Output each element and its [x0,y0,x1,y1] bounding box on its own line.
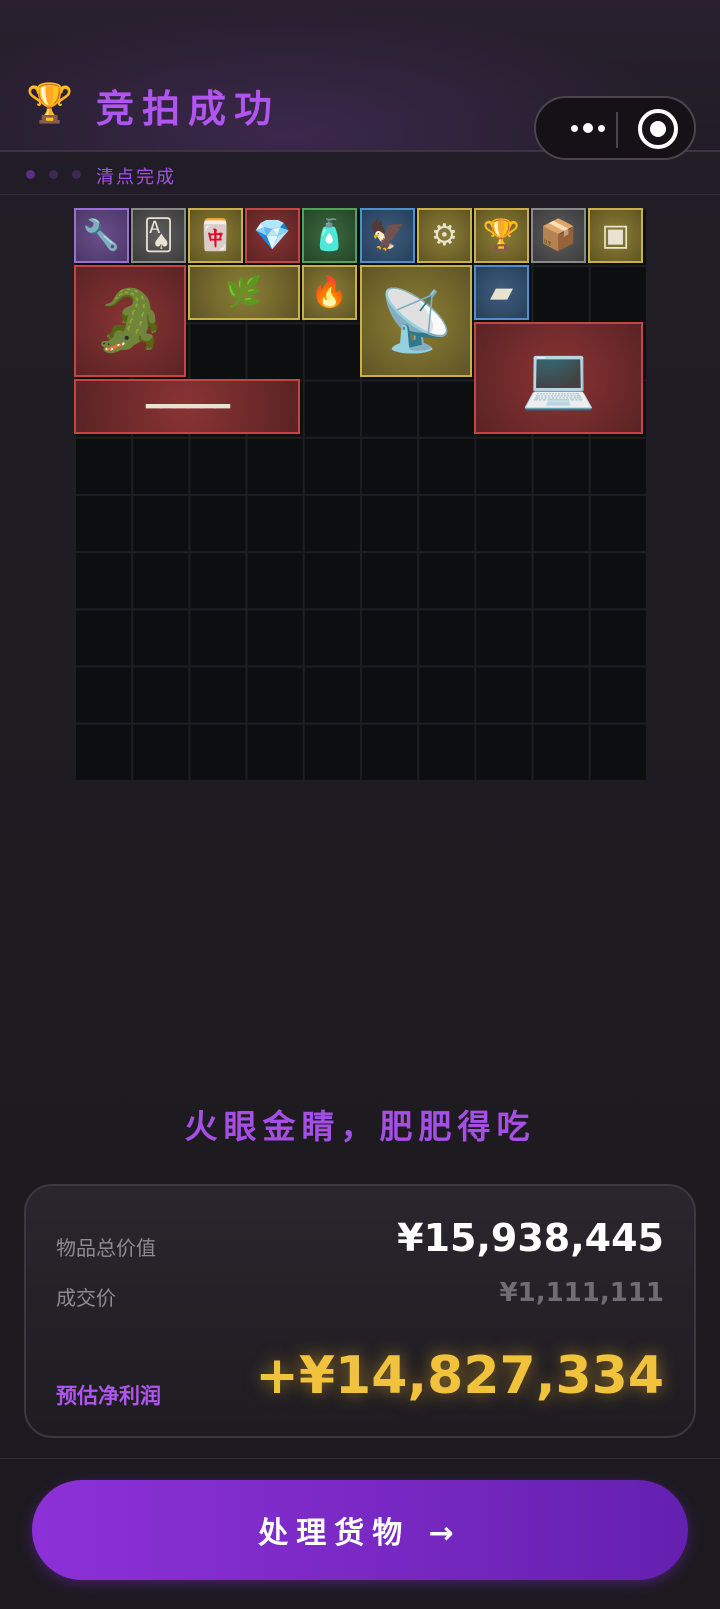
playing-card-icon: 🂡 [143,217,174,253]
more-dots-icon[interactable] [558,98,618,158]
gun-part-item[interactable]: 🔧 [74,208,129,263]
process-goods-button[interactable]: 处理货物 → [32,1480,688,1580]
radar-dish-item[interactable]: 📡 [360,265,472,377]
musket-icon: ━━━━━━ [146,391,230,422]
laurel-crown-icon: 🌿 [225,274,263,310]
diamond-icon: 💎 [253,217,292,253]
target-close-icon[interactable] [638,109,678,149]
bottle-item[interactable]: 🧴 [302,208,357,263]
lighter-icon: 🔥 [310,274,349,310]
field-laptop-item[interactable]: 💻 [474,322,643,434]
bottle-icon: 🧴 [310,217,349,253]
estimated-profit-amount: +¥14,827,334 [255,1346,664,1406]
jeweled-goblet-item[interactable]: 🏆 [474,208,529,263]
silver-bar-icon: ▰ [489,274,514,310]
deal-price-label: 成交价 [56,1286,116,1310]
status-row: 清点完成 [0,155,720,195]
slogan: 火眼金睛，肥肥得吃 [184,1107,536,1146]
footer-divider [0,1458,720,1459]
cpu-chip-icon: ▣ [601,217,630,253]
gun-part-icon: 🔧 [82,217,121,253]
total-value-amount: ¥15,938,445 [397,1216,664,1260]
playing-card-item[interactable]: 🂡 [131,208,186,263]
cutter-tool-icon: ⚙ [431,217,458,253]
mahjong-cube-item[interactable]: 🀄 [188,208,243,263]
crocodile-statue-icon: 🐊 [92,286,168,356]
header: 🏆 竞拍成功 [0,0,720,160]
progress-dots [26,170,81,179]
estimated-profit-label: 预估净利润 [56,1384,161,1408]
trophy-icon: 🏆 [26,81,74,125]
total-value-label: 物品总价值 [56,1236,156,1260]
cutter-tool-item[interactable]: ⚙ [417,208,472,263]
auction-result-page: 🏆 竞拍成功 清点完成 🔧 🂡 🀄 💎 🧴 🦅 ⚙ 🏆 📦 ▣ 🐊 🌿 🔥 📡 … [0,0,720,1609]
golden-crocodile-statue-item[interactable]: 🐊 [74,265,186,377]
radar-dish-icon: 📡 [378,286,454,356]
bird-statue-icon: 🦅 [368,217,407,253]
progress-dot [49,170,58,179]
progress-dot [72,170,81,179]
silver-bar-item[interactable]: ▰ [474,265,529,320]
cardboard-box-item[interactable]: 📦 [531,208,586,263]
status-text: 清点完成 [96,167,176,188]
mini-program-capsule [534,96,696,160]
diamond-item[interactable]: 💎 [245,208,300,263]
laurel-crown-item[interactable]: 🌿 [188,265,300,320]
inventory-grid: 🔧 🂡 🀄 💎 🧴 🦅 ⚙ 🏆 📦 ▣ 🐊 🌿 🔥 📡 ▰ 💻 ━━━━━━ [74,208,646,780]
deal-price-amount: ¥1,111,111 [499,1278,664,1308]
box-icon: 📦 [539,217,578,253]
progress-dot [26,170,35,179]
page-title: 竞拍成功 [96,87,281,131]
cpu-chip-item[interactable]: ▣ [588,208,643,263]
capsule-divider [616,112,618,148]
bird-statue-item[interactable]: 🦅 [360,208,415,263]
mahjong-cube-icon: 🀄 [196,217,235,253]
laptop-icon: 💻 [521,343,596,413]
antique-musket-item[interactable]: ━━━━━━ [74,379,300,434]
lighter-item[interactable]: 🔥 [302,265,357,320]
summary-card: 物品总价值 ¥15,938,445 成交价 ¥1,111,111 预估净利润 +… [24,1184,696,1438]
goblet-icon: 🏆 [482,217,521,253]
